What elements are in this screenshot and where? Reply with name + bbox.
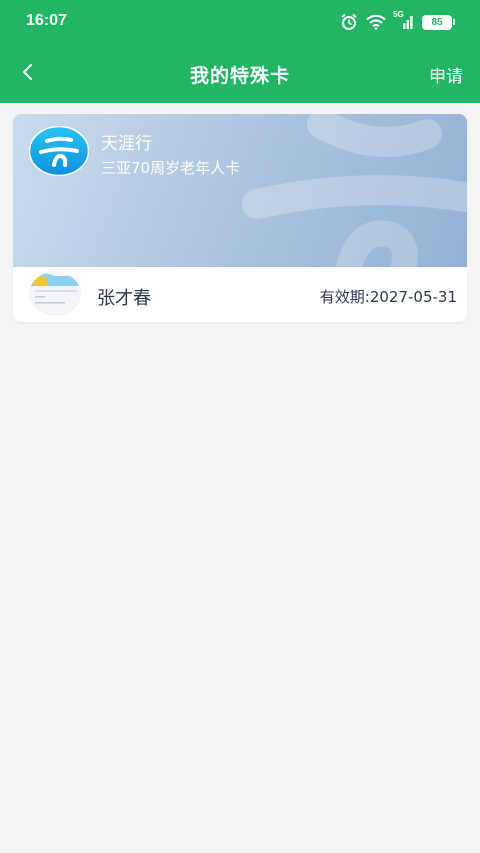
status-icons: 5G 85 xyxy=(340,10,455,31)
card-holder-row: 张才春 有效期:2027-05-31 xyxy=(13,267,467,322)
card-type: 三亚70周岁老年人卡 xyxy=(101,159,241,177)
page-title: 我的特殊卡 xyxy=(189,65,290,87)
alarm-clock-icon xyxy=(340,13,358,31)
card-brand: 天涯行 xyxy=(101,134,152,154)
special-card[interactable]: 天涯行 三亚70周岁老年人卡 张才春 有效期:2027-05-31 xyxy=(13,114,467,322)
status-time: 16:07 xyxy=(26,12,67,29)
status-bar: 16:07 5G 85 xyxy=(0,0,480,44)
brand-watermark xyxy=(242,114,467,267)
nav-bar: 我的特殊卡 申请 xyxy=(0,50,480,98)
battery-indicator: 85 xyxy=(422,14,455,30)
card-banner: 天涯行 三亚70周岁老年人卡 xyxy=(13,114,467,267)
network-type: 5G xyxy=(393,10,404,19)
signal-bars-icon: 5G xyxy=(393,10,414,30)
holder-name: 张才春 xyxy=(97,288,151,309)
wifi-icon xyxy=(366,14,386,30)
avatar xyxy=(29,272,81,316)
tianyaxing-logo xyxy=(29,126,89,176)
apply-button[interactable]: 申请 xyxy=(429,62,463,87)
app-header: 16:07 5G 85 我的特殊卡 申请 xyxy=(0,0,480,103)
validity-date: 有效期:2027-05-31 xyxy=(319,288,457,306)
battery-level: 85 xyxy=(431,16,443,28)
